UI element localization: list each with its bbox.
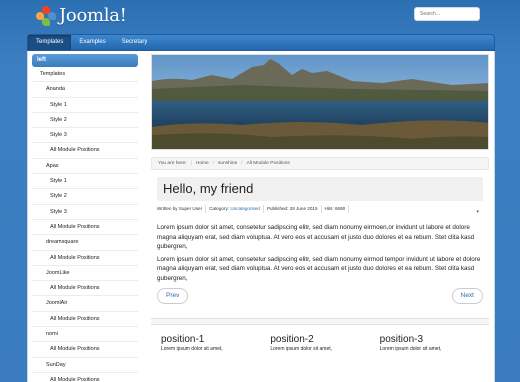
site-logo[interactable]: Joomla!	[36, 5, 127, 26]
breadcrumb-home[interactable]: Home	[196, 158, 209, 169]
meta-author: Written by Super User	[157, 205, 207, 213]
main-navbar: Templates Examples Secretary	[27, 34, 495, 51]
article-meta: Written by Super User Category: Uncatego…	[157, 205, 483, 216]
sidebar-menu-item[interactable]: Style 3	[32, 205, 138, 220]
nav-item-templates[interactable]: Templates	[28, 35, 72, 50]
module-positions: position-1 Lorem ipsum dolor sit amet, p…	[151, 334, 489, 352]
sidebar-menu-item[interactable]: JoomlAir	[32, 296, 138, 312]
sidebar-menu-item[interactable]: Ananda	[32, 82, 138, 98]
sidebar-menu-item[interactable]: All Module Positions	[32, 281, 138, 297]
next-button[interactable]: Next	[451, 287, 483, 304]
position-text: Lorem ipsum dolor sit amet,	[379, 345, 442, 352]
nav-item-secretary[interactable]: Secretary	[114, 35, 156, 50]
breadcrumb-separator: /	[241, 161, 243, 166]
sidebar-menu-item[interactable]: JoomLike	[32, 266, 138, 282]
page-container: left Templates Ananda Style 1 Style 2 Style …	[27, 51, 495, 382]
sidebar-menu-item[interactable]: All Module Positions	[32, 143, 138, 159]
prev-button[interactable]: Prev	[157, 287, 189, 304]
position-title: position-3	[379, 333, 424, 345]
logo-text: Joomla!	[59, 5, 127, 26]
sidebar-menu-item[interactable]: Apas	[32, 159, 138, 175]
position-module: position-1 Lorem ipsum dolor sit amet,	[161, 334, 270, 352]
meta-hits: Hits: 6690	[322, 205, 350, 213]
search-input[interactable]	[414, 7, 480, 21]
sidebar-menu-item[interactable]: nomi	[32, 327, 138, 343]
sidebar-menu-item[interactable]: Style 2	[32, 189, 138, 205]
lake-mountain-picture	[152, 55, 488, 149]
joomla-logo-icon	[36, 5, 56, 26]
sidebar-heading: left	[32, 54, 138, 67]
sidebar-menu-item[interactable]: All Module Positions	[32, 220, 138, 236]
sidebar-menu-item[interactable]: Style 1	[32, 174, 138, 190]
nav-item-examples[interactable]: Examples	[71, 35, 113, 50]
breadcrumb-prefix: You are here:	[158, 161, 187, 166]
sidebar-menu-item[interactable]: Templates	[32, 67, 138, 83]
breadcrumb-sunshine[interactable]: sunshine	[218, 158, 237, 169]
article-paragraph: Lorem ipsum dolor sit amet, consetetur s…	[157, 255, 481, 282]
meta-category-link[interactable]: Uncategorised	[230, 206, 260, 211]
sidebar-menu-item[interactable]: All Module Positions	[32, 251, 138, 266]
breadcrumb: You are here: | Home / sunshine / All Mo…	[151, 157, 489, 170]
meta-category: Category: Uncategorised	[206, 205, 264, 213]
position-title: position-2	[270, 333, 314, 345]
sidebar-menu-item[interactable]: Style 3	[32, 128, 138, 144]
breadcrumb-current: All Module Positions	[246, 161, 290, 166]
section-divider	[151, 317, 489, 325]
sidebar-menu-item[interactable]: SunDay	[32, 358, 138, 373]
sidebar-menu: Templates Ananda Style 1 Style 2 Style 3 All …	[32, 67, 138, 382]
sidebar-menu-item[interactable]: All Module Positions	[32, 312, 138, 328]
article-paragraph: Lorem ipsum dolor sit amet, consetetur s…	[157, 224, 475, 251]
banner-image	[151, 54, 489, 150]
sidebar-menu-item[interactable]: All Module Positions	[32, 342, 138, 358]
position-module: position-2 Lorem ipsum dolor sit amet,	[270, 334, 379, 352]
position-module: position-3 Lorem ipsum dolor sit amet,	[380, 334, 489, 352]
sidebar-menu-item[interactable]: Style 1	[32, 98, 138, 113]
position-text: Lorem ipsum dolor sit amet,	[270, 345, 333, 352]
article-pager: Prev Next	[157, 287, 483, 306]
site-header: Joomla!	[0, 0, 520, 32]
meta-published: Published: 28 June 2015	[264, 205, 322, 213]
sidebar-menu-item[interactable]: Style 2	[32, 113, 138, 129]
main-content: You are here: | Home / sunshine / All Mo…	[151, 54, 489, 352]
chevron-down-icon[interactable]: ▾	[476, 208, 479, 216]
article-body: Lorem ipsum dolor sit amet, consetetur s…	[157, 223, 483, 284]
breadcrumb-separator: /	[212, 161, 215, 166]
article-title: Hello, my friend	[157, 177, 483, 201]
sidebar-menu-item[interactable]: All Module Positions	[32, 373, 138, 382]
position-title: position-1	[161, 333, 205, 345]
sidebar-menu-item[interactable]: dreamsquare	[32, 235, 138, 251]
position-text: Lorem ipsum dolor sit amet,	[161, 345, 223, 352]
meta-category-label: Category:	[209, 206, 230, 211]
left-sidebar: left Templates Ananda Style 1 Style 2 Style …	[32, 54, 138, 382]
breadcrumb-separator: |	[190, 161, 192, 166]
